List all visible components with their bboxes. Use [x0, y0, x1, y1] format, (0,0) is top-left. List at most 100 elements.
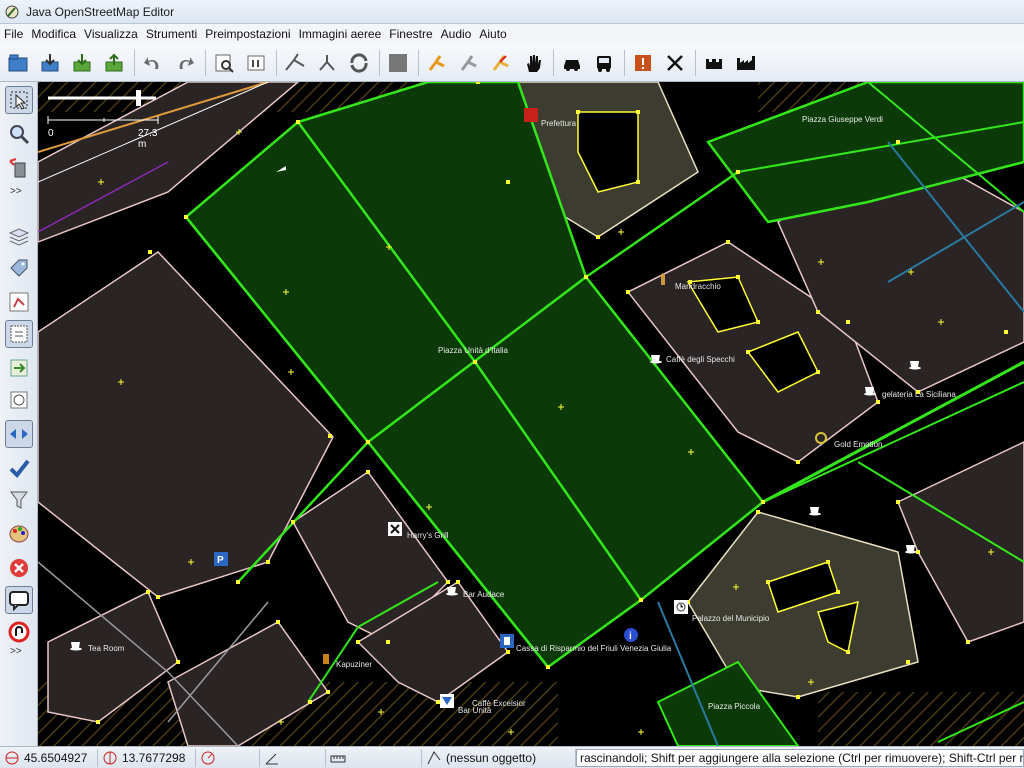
restaurant-icon[interactable]	[388, 522, 402, 536]
download-button[interactable]	[36, 48, 64, 78]
scale-end-label: 27.3 m	[138, 128, 158, 150]
selection-list-button[interactable]	[5, 320, 33, 348]
redo-icon	[179, 56, 194, 69]
selection-value: (nessun oggetto)	[446, 750, 537, 765]
selection-icon	[427, 750, 441, 764]
menu-preimpostazioni[interactable]: Preimpostazioni	[201, 27, 294, 41]
title-bar: Java OpenStreetMap Editor	[0, 0, 1024, 24]
hatch-area	[818, 692, 1024, 746]
cafe-icon[interactable]	[904, 540, 918, 554]
more-tools-label[interactable]: >>	[10, 186, 22, 197]
undo-button[interactable]	[139, 48, 167, 78]
layers-tool-button[interactable]	[5, 222, 33, 250]
preferences-icon	[215, 54, 234, 73]
cross-button[interactable]	[661, 48, 689, 78]
menu-modifica[interactable]: Modifica	[27, 27, 80, 41]
info-button[interactable]	[242, 48, 270, 78]
pub-icon[interactable]	[319, 652, 333, 666]
information-icon[interactable]: i	[624, 628, 638, 642]
chat-tool-button[interactable]	[5, 586, 33, 614]
info-icon	[247, 55, 265, 70]
menu-visualizza[interactable]: Visualizza	[80, 27, 142, 41]
menu-file[interactable]: File	[0, 27, 27, 41]
menu-aiuto[interactable]: Aiuto	[475, 27, 510, 41]
prefettura-icon[interactable]	[524, 108, 538, 122]
hiking-button[interactable]	[455, 48, 483, 78]
filter-tool-button[interactable]	[5, 486, 33, 514]
combine-way-icon	[319, 54, 335, 71]
open-file-button[interactable]	[4, 48, 32, 78]
cycling-button[interactable]	[487, 48, 515, 78]
cafe-icon[interactable]	[908, 356, 922, 370]
ruler-icon	[330, 755, 346, 762]
toolbar-separator	[276, 49, 277, 76]
upload-button[interactable]	[100, 48, 128, 78]
castle-icon	[706, 58, 722, 69]
hiking-icon	[460, 54, 477, 71]
download-data-button[interactable]	[68, 48, 96, 78]
factory-button[interactable]	[732, 48, 760, 78]
validate-tool-button[interactable]	[5, 454, 33, 482]
tag-icon	[10, 259, 28, 277]
menu-finestre[interactable]: Finestre	[385, 27, 436, 41]
menu-immagini-aeree[interactable]: Immagini aeree	[295, 27, 386, 41]
zoom-tool-button[interactable]	[5, 120, 33, 148]
cafe-icon[interactable]	[445, 582, 459, 596]
redo-button[interactable]	[171, 48, 199, 78]
label-palazzo-municipio: Palazzo del Municipio	[692, 614, 770, 623]
close-layer-button[interactable]	[5, 554, 33, 582]
select-tool-button[interactable]	[5, 86, 33, 114]
bank-icon[interactable]	[500, 634, 514, 648]
layer-button[interactable]	[384, 48, 412, 78]
more-tools-label-bottom[interactable]: >>	[10, 646, 22, 657]
label-harrys-grill: Harry's Grill	[407, 531, 449, 540]
townhall-icon[interactable]	[674, 600, 688, 614]
history-icon	[10, 391, 28, 409]
cafe-icon[interactable]	[863, 382, 877, 396]
parking-icon[interactable]: P	[214, 552, 228, 566]
cafe-icon[interactable]	[649, 350, 663, 364]
help-text: rascinandoli; Shift per aggiungere alla …	[576, 748, 1024, 767]
reverse-way-button[interactable]	[345, 48, 373, 78]
commands-tool-button[interactable]	[5, 354, 33, 382]
menu-audio[interactable]: Audio	[437, 27, 476, 41]
toolbar-separator	[695, 49, 696, 76]
walking-button[interactable]	[423, 48, 451, 78]
statue-icon[interactable]	[656, 272, 670, 286]
scale-bar: 0 27.3 m	[46, 90, 166, 150]
heading-field	[196, 748, 260, 767]
preferences-button[interactable]	[210, 48, 238, 78]
history-tool-button[interactable]	[5, 386, 33, 414]
car-button[interactable]	[558, 48, 586, 78]
label-gelateria: gelateria La Siciliana	[882, 390, 956, 399]
conflict-tool-button[interactable]	[5, 420, 33, 448]
relation-tool-button[interactable]	[5, 288, 33, 316]
label-tea-room: Tea Room	[88, 644, 125, 653]
combine-way-button[interactable]	[313, 48, 341, 78]
cafe-excelsior-icon[interactable]	[440, 694, 454, 708]
bus-button[interactable]	[590, 48, 618, 78]
castle-button[interactable]	[700, 48, 728, 78]
scale-slider[interactable]	[46, 90, 166, 130]
no-u-turn-button[interactable]	[5, 618, 33, 646]
split-way-button[interactable]	[281, 48, 309, 78]
latitude-value: 45.6504927	[24, 750, 88, 765]
zoom-slider-thumb[interactable]	[136, 90, 141, 106]
warning-button[interactable]	[629, 48, 657, 78]
map-paint-button[interactable]	[5, 520, 33, 548]
viewpoint-icon[interactable]	[274, 162, 288, 176]
label-piazza-unita: Piazza Unità d'Italia	[438, 346, 509, 355]
hand-button[interactable]	[519, 48, 547, 78]
toolbar-separator	[134, 49, 135, 76]
commands-icon	[10, 359, 28, 377]
cafe-icon[interactable]	[69, 637, 83, 651]
tags-tool-button[interactable]	[5, 254, 33, 282]
jewelry-icon[interactable]	[814, 430, 828, 444]
delete-tool-button[interactable]	[5, 154, 33, 182]
longitude-value: 13.7677298	[122, 750, 186, 765]
menu-strumenti[interactable]: Strumenti	[142, 27, 201, 41]
no-u-turn-icon	[8, 621, 30, 643]
cafe-icon[interactable]	[808, 502, 822, 516]
map-view[interactable]: 0 27.3 m P i Prefettura Piazza Giuseppe …	[38, 82, 1024, 746]
svg-text:i: i	[629, 631, 632, 642]
